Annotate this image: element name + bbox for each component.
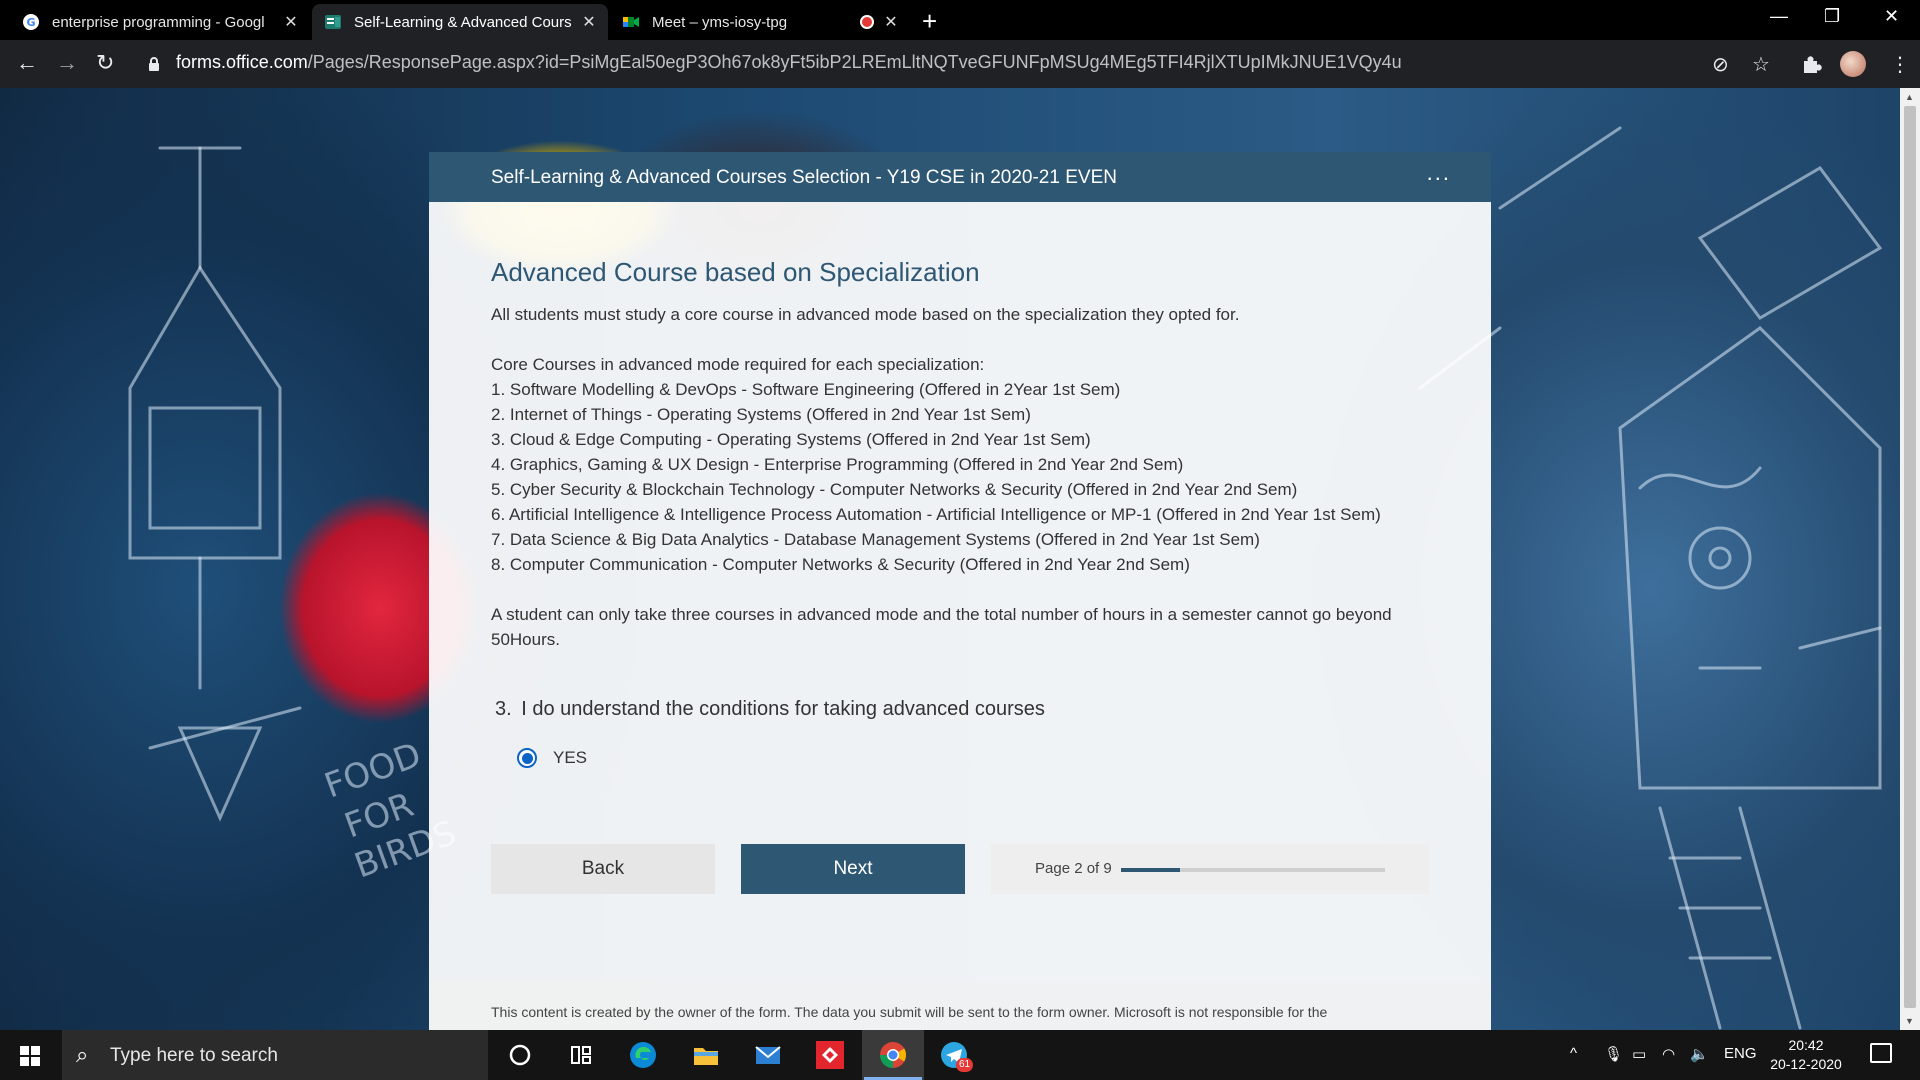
- recording-icon: [860, 15, 874, 29]
- option-yes[interactable]: YES: [517, 748, 587, 768]
- list-item: 3. Cloud & Edge Computing - Operating Sy…: [491, 430, 1091, 449]
- notification-center-icon[interactable]: [1870, 1043, 1892, 1063]
- form-header: Self-Learning & Advanced Courses Selecti…: [429, 152, 1491, 202]
- tray-chevron-icon[interactable]: ^: [1570, 1045, 1577, 1062]
- list-item: 1. Software Modelling & DevOps - Softwar…: [491, 380, 1121, 399]
- progress-track: [1121, 868, 1385, 872]
- clock-date: 20-12-2020: [1770, 1056, 1842, 1072]
- extensions-puzzle-icon[interactable]: [1800, 53, 1822, 75]
- tab-title: Meet – yms-iosy-tpg: [652, 13, 788, 31]
- windows-taskbar: ⌕ Type here to search 61 ^ 🎙 ▭ ◠ 🔈 ENG 2…: [0, 1030, 1920, 1080]
- restore-icon[interactable]: ❐: [1824, 6, 1840, 27]
- url-path: /Pages/ResponsePage.aspx?id=PsiMgEal50eg…: [307, 52, 1402, 72]
- back-arrow-icon[interactable]: ←: [16, 50, 38, 76]
- section-title: Advanced Course based on Specialization: [491, 257, 980, 287]
- radio-button-yes[interactable]: [517, 748, 537, 768]
- section-description: All students must study a core course in…: [491, 302, 1451, 652]
- clock[interactable]: 20:42 20-12-2020: [1764, 1036, 1848, 1074]
- meet-icon: [623, 17, 639, 27]
- tab-title: enterprise programming - Googl: [52, 13, 265, 31]
- page-progress: Page 2 of 9: [991, 844, 1429, 894]
- url-field[interactable]: forms.office.com/Pages/ResponsePage.aspx…: [176, 52, 1402, 73]
- microphone-icon[interactable]: 🎙: [1604, 1045, 1623, 1063]
- reload-icon[interactable]: ↻: [96, 50, 114, 76]
- volume-icon[interactable]: 🔈: [1690, 1045, 1709, 1063]
- intro-text: All students must study a core course in…: [491, 305, 1240, 324]
- page-indicator: Page 2 of 9: [1035, 860, 1112, 877]
- radio-selected-dot: [521, 752, 533, 764]
- task-view-icon[interactable]: [564, 1038, 598, 1072]
- option-label: YES: [553, 748, 588, 767]
- more-options-icon[interactable]: ...: [1427, 160, 1451, 186]
- close-tab-icon[interactable]: ✕: [882, 12, 900, 32]
- question-text: I do understand the conditions for takin…: [521, 698, 1045, 720]
- forward-arrow-icon[interactable]: →: [56, 50, 78, 76]
- battery-icon[interactable]: ▭: [1632, 1045, 1646, 1063]
- back-button[interactable]: Back: [491, 844, 715, 894]
- search-placeholder: Type here to search: [110, 1045, 278, 1066]
- address-bar: ← → ↻ forms.office.com/Pages/ResponsePag…: [0, 40, 1920, 88]
- taskbar-search-box[interactable]: ⌕ Type here to search: [62, 1030, 488, 1080]
- question-3: 3. I do understand the conditions for ta…: [495, 698, 1045, 721]
- minimize-icon[interactable]: —: [1770, 6, 1788, 27]
- clock-time: 20:42: [1788, 1037, 1824, 1053]
- wifi-icon[interactable]: ◠: [1662, 1045, 1675, 1063]
- scroll-down-icon[interactable]: ▼: [1905, 1016, 1914, 1026]
- list-item: 8. Computer Communication - Computer Net…: [491, 555, 1190, 574]
- scrollbar-thumb[interactable]: [1904, 106, 1916, 1008]
- anydesk-icon[interactable]: [813, 1038, 847, 1072]
- file-explorer-icon[interactable]: [689, 1038, 723, 1072]
- list-heading: Core Courses in advanced mode required f…: [491, 355, 985, 374]
- form-title: Self-Learning & Advanced Courses Selecti…: [491, 167, 1117, 188]
- new-tab-icon[interactable]: +: [922, 6, 937, 37]
- star-icon[interactable]: ☆: [1752, 52, 1770, 77]
- progress-fill: [1121, 868, 1180, 872]
- forms-icon: [325, 15, 341, 29]
- tab-meet[interactable]: Meet – yms-iosy-tpg ✕: [610, 4, 910, 40]
- menu-kebab-icon[interactable]: ⋮: [1890, 52, 1910, 77]
- search-icon: ⌕: [76, 1042, 89, 1067]
- google-icon: G: [23, 14, 39, 30]
- eye-off-icon[interactable]: ⊘: [1712, 52, 1729, 77]
- tab-enterprise-programming[interactable]: G enterprise programming - Googl ✕: [10, 4, 310, 40]
- edge-icon[interactable]: [626, 1038, 660, 1072]
- list-item: 5. Cyber Security & Blockchain Technolog…: [491, 480, 1298, 499]
- disclaimer-text: This content is created by the owner of …: [491, 1004, 1328, 1020]
- form-footer: This content is created by the owner of …: [429, 982, 1491, 1030]
- list-item: 4. Graphics, Gaming & UX Design - Enterp…: [491, 455, 1184, 474]
- telegram-badge: 61: [956, 1058, 974, 1072]
- profile-avatar[interactable]: [1840, 51, 1866, 77]
- question-number: 3.: [495, 698, 512, 720]
- cortana-icon[interactable]: [503, 1038, 537, 1072]
- form-card: Self-Learning & Advanced Courses Selecti…: [429, 152, 1491, 1030]
- note-text: A student can only take three courses in…: [491, 605, 1392, 649]
- language-indicator[interactable]: ENG: [1724, 1045, 1757, 1062]
- url-host: forms.office.com: [176, 52, 308, 72]
- chrome-icon[interactable]: [876, 1038, 910, 1072]
- close-window-icon[interactable]: ✕: [1884, 6, 1899, 27]
- tab-title: Self-Learning & Advanced Cours: [354, 13, 572, 31]
- close-tab-icon[interactable]: ✕: [580, 12, 598, 32]
- scroll-up-icon[interactable]: ▲: [1905, 92, 1914, 102]
- list-item: 2. Internet of Things - Operating System…: [491, 405, 1031, 424]
- page-scrollbar[interactable]: ▲ ▼: [1900, 88, 1920, 1030]
- mail-icon[interactable]: [751, 1038, 785, 1072]
- next-button[interactable]: Next: [741, 844, 965, 894]
- close-tab-icon[interactable]: ✕: [282, 12, 300, 32]
- list-item: 6. Artificial Intelligence & Intelligenc…: [491, 505, 1381, 524]
- lock-icon: [149, 57, 159, 71]
- windows-start-icon[interactable]: [20, 1046, 40, 1066]
- svg-text:G: G: [26, 16, 35, 29]
- tab-self-learning[interactable]: Self-Learning & Advanced Cours ✕: [312, 4, 608, 40]
- list-item: 7. Data Science & Big Data Analytics - D…: [491, 530, 1260, 549]
- tab-strip: G enterprise programming - Googl ✕ Self-…: [0, 0, 1920, 40]
